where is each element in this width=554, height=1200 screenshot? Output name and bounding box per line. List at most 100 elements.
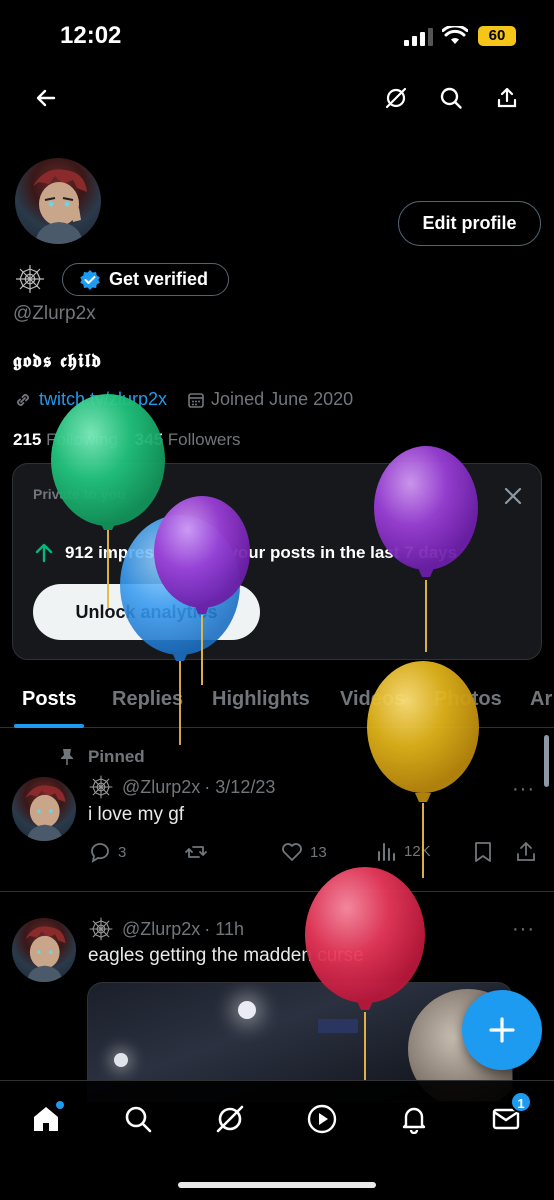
- tab-highlights[interactable]: Highlights: [212, 688, 310, 711]
- profile-bio: 𝖌𝖔𝖉𝖘 𝖈𝖍𝖎𝖑𝖉: [13, 350, 102, 372]
- wifi-icon: [442, 26, 468, 44]
- tab-replies[interactable]: Replies: [112, 688, 183, 711]
- notification-dot: [56, 1101, 64, 1109]
- search-button[interactable]: [429, 76, 473, 120]
- scrollbar[interactable]: [544, 735, 549, 787]
- get-verified-button[interactable]: Get verified: [62, 263, 229, 296]
- post-handle[interactable]: @Zlurp2x: [122, 919, 200, 940]
- tab-articles[interactable]: Ar: [530, 688, 552, 711]
- followers-label: Followers: [167, 430, 241, 449]
- retweet-icon: [185, 846, 207, 858]
- reply-icon: [91, 843, 109, 863]
- tab-photos[interactable]: Photos: [434, 688, 502, 711]
- pinned-label: Pinned: [88, 747, 145, 766]
- nav-grok[interactable]: [210, 1099, 250, 1139]
- share-icon: [517, 842, 535, 861]
- profile-link[interactable]: twitch.tv/zlurp2x: [39, 389, 167, 410]
- following-link[interactable]: 215 Following: [13, 430, 118, 449]
- calendar-icon: [188, 392, 204, 408]
- post-divider: [0, 891, 554, 892]
- share-post-button[interactable]: [514, 840, 538, 864]
- close-icon: [504, 487, 522, 505]
- post-header: @Zlurp2x · 3/12/23: [88, 774, 275, 800]
- followers-link[interactable]: 345 Followers: [135, 430, 241, 449]
- reply-count: 3: [118, 843, 127, 861]
- following-count: 215: [13, 430, 42, 449]
- bell-icon: [402, 1107, 426, 1134]
- verified-badge-icon: [80, 269, 100, 290]
- post-date: · 11h: [204, 918, 244, 939]
- nav-explore[interactable]: [118, 1099, 158, 1139]
- nav-messages[interactable]: 1: [486, 1091, 532, 1139]
- private-label: Private to you: [33, 486, 126, 502]
- compose-button[interactable]: [462, 990, 542, 1070]
- more-icon: ···: [512, 918, 535, 940]
- profile-tabs: Posts Replies Highlights Videos Photos A…: [0, 680, 554, 728]
- edit-profile-button[interactable]: Edit profile: [398, 201, 541, 246]
- impressions-text: 912 impressions on your posts in the las…: [65, 543, 458, 562]
- pinned-row: Pinned: [60, 747, 145, 767]
- close-card-button[interactable]: [503, 486, 523, 511]
- share-profile-button[interactable]: [485, 76, 529, 120]
- impressions-row: 912 impressions on your posts in the las…: [33, 542, 457, 564]
- profile-avatar[interactable]: [12, 155, 104, 247]
- up-arrow-icon: [35, 543, 53, 563]
- stadium-light: [114, 1053, 128, 1067]
- more-icon: ···: [512, 778, 535, 800]
- play-icon: [307, 1104, 337, 1134]
- messages-badge: 1: [510, 1091, 532, 1113]
- avatar-art: [25, 926, 66, 982]
- stadium-light: [238, 1001, 256, 1019]
- grok-icon: [385, 87, 407, 109]
- back-arrow-icon: [36, 89, 56, 107]
- like-button[interactable]: 13: [280, 840, 327, 864]
- scoreboard: [318, 1019, 358, 1033]
- nav-notifications[interactable]: [394, 1099, 434, 1139]
- post-header: @Zlurp2x · 11h: [88, 916, 244, 942]
- profile-handle: @Zlurp2x: [13, 303, 96, 324]
- unlock-analytics-button[interactable]: Unlock analytics: [33, 584, 260, 640]
- share-icon: [497, 87, 517, 108]
- bookmark-button[interactable]: [472, 840, 494, 864]
- avatar-art: [25, 785, 66, 841]
- get-verified-label: Get verified: [109, 269, 209, 289]
- explore-icon: [125, 1106, 152, 1133]
- post-text: i love my gf: [88, 804, 185, 825]
- like-count: 13: [310, 843, 327, 861]
- post-date: · 3/12/23: [204, 776, 276, 797]
- joined-date: Joined June 2020: [211, 389, 354, 409]
- link-icon: [17, 393, 29, 406]
- search-icon: [440, 87, 462, 109]
- grok-icon: [216, 1105, 244, 1133]
- plus-icon: [489, 1017, 515, 1043]
- more-options-button[interactable]: ···: [512, 918, 535, 941]
- home-indicator[interactable]: [178, 1182, 376, 1188]
- post-handle[interactable]: @Zlurp2x: [122, 777, 200, 798]
- cobweb-icon: [16, 265, 44, 293]
- grok-button[interactable]: [374, 76, 418, 120]
- status-time: 12:02: [60, 22, 122, 49]
- retweet-button[interactable]: [184, 840, 208, 864]
- tab-posts[interactable]: Posts: [22, 688, 76, 711]
- nav-home[interactable]: [26, 1099, 66, 1139]
- post-avatar[interactable]: [12, 777, 76, 841]
- cobweb-icon: [89, 775, 113, 799]
- followers-count: 345: [134, 430, 164, 449]
- post-text: eagles getting the madden curse: [88, 945, 364, 966]
- analytics-card: Private to you 912 impressions on your p…: [12, 463, 542, 660]
- views-icon: [378, 843, 395, 861]
- back-button[interactable]: [24, 76, 68, 120]
- tab-videos[interactable]: Videos: [340, 688, 405, 711]
- nav-video[interactable]: [302, 1099, 342, 1139]
- cobweb-icon: [89, 917, 113, 941]
- views-button[interactable]: 12K: [376, 840, 431, 862]
- signal-icon: [404, 28, 433, 46]
- following-label: Following: [46, 430, 118, 449]
- post-avatar[interactable]: [12, 918, 76, 982]
- reply-button[interactable]: 3: [88, 840, 126, 864]
- active-tab-indicator: [14, 724, 84, 728]
- battery-indicator: 60: [478, 26, 516, 46]
- bookmark-icon: [475, 842, 491, 862]
- more-options-button[interactable]: ···: [512, 778, 535, 801]
- pin-icon: [61, 749, 73, 765]
